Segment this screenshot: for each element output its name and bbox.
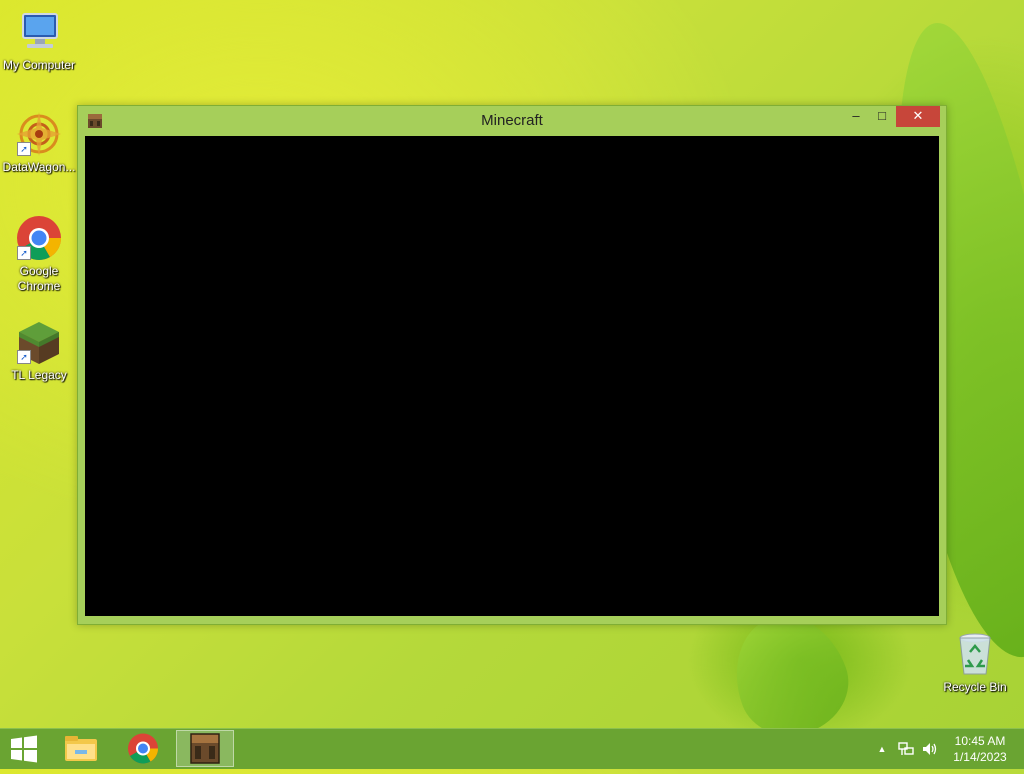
network-icon: [898, 742, 914, 755]
shortcut-arrow-icon: ➚: [17, 246, 31, 260]
minimize-icon: –: [852, 108, 860, 123]
window-title: Minecraft: [481, 112, 543, 129]
chevron-up-icon: ▲: [877, 744, 887, 754]
close-button[interactable]: ✕: [896, 106, 940, 127]
file-explorer-icon: [65, 736, 97, 761]
show-hidden-icons-button[interactable]: ▲: [874, 741, 890, 757]
clock[interactable]: 10:45 AM 1/14/2023: [946, 733, 1014, 765]
desktop-icon-label: DataWagon...: [2, 160, 76, 174]
network-button[interactable]: [898, 741, 914, 757]
taskbar-chrome[interactable]: [115, 730, 171, 767]
windows-logo-icon: [11, 735, 37, 763]
start-button[interactable]: [0, 729, 48, 769]
taskbar-file-explorer[interactable]: [53, 730, 109, 767]
recycle-bin-icon: [951, 630, 999, 678]
desktop-icon-recycle-bin[interactable]: Recycle Bin: [937, 630, 1013, 695]
shortcut-arrow-icon: ➚: [17, 350, 31, 364]
minimize-button[interactable]: –: [842, 106, 870, 127]
grass-block-icon: ➚: [15, 318, 63, 366]
clock-time: 10:45 AM: [954, 734, 1006, 748]
desktop-icon-my-computer[interactable]: My Computer: [1, 8, 77, 73]
computer-icon: [15, 8, 63, 56]
chrome-icon: ➚: [15, 214, 63, 262]
volume-icon: [923, 743, 937, 755]
taskbar: ▲ 10:45 AM 1/14/2023: [0, 728, 1024, 769]
desktop-icon-google-chrome[interactable]: ➚ Google Chrome: [1, 214, 77, 294]
close-icon: ✕: [912, 108, 924, 123]
desktop-icon-label: TL Legacy: [11, 368, 67, 382]
maximize-icon: □: [878, 108, 886, 123]
desktop-icon-label: Recycle Bin: [943, 680, 1007, 694]
clock-date: 1/14/2023: [953, 750, 1007, 764]
maximize-button[interactable]: □: [868, 106, 896, 127]
chrome-icon: [128, 733, 158, 764]
minecraft-window[interactable]: Minecraft – □ ✕: [77, 105, 947, 625]
desktop-icon-label: My Computer: [2, 58, 76, 72]
shortcut-arrow-icon: ➚: [17, 142, 31, 156]
crafting-table-icon: [190, 733, 220, 764]
game-canvas[interactable]: [85, 136, 939, 616]
desktop-icon-datawagon[interactable]: ➚ DataWagon...: [1, 110, 77, 175]
window-titlebar[interactable]: Minecraft – □ ✕: [78, 106, 946, 136]
taskbar-minecraft[interactable]: [176, 730, 234, 767]
desktop-icon-tl-legacy[interactable]: ➚ TL Legacy: [1, 318, 77, 383]
volume-button[interactable]: [921, 741, 937, 757]
desktop-icon-label: Google Chrome: [17, 264, 61, 293]
datawagon-icon: ➚: [15, 110, 63, 158]
